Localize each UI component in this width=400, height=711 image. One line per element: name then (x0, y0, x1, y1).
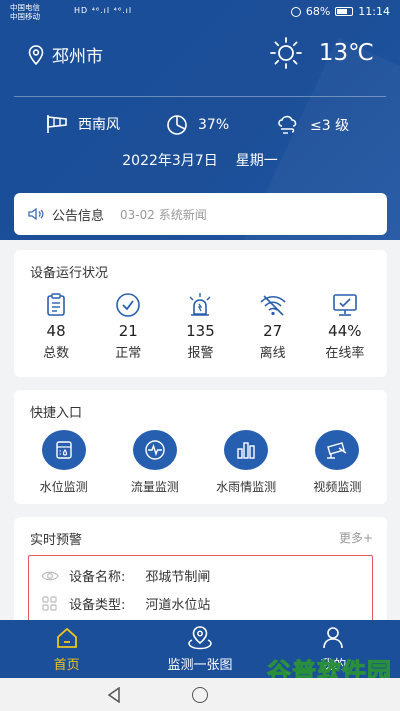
device-type-value: 河道水位站 (145, 598, 211, 613)
stat-normal[interactable]: 21 正常 (98, 290, 158, 361)
clock: 11:14 (358, 5, 390, 18)
device-name-value: 邳城节制闸 (145, 570, 211, 585)
bottom-tab-bar: 首页 监测一张图 我的 (0, 620, 400, 678)
home-nav-icon[interactable] (192, 687, 208, 703)
date-text: 2022年3月7日 (122, 153, 218, 169)
check-circle-icon (116, 293, 141, 317)
humidity-value: 37% (198, 117, 230, 133)
temperature: 13℃ (318, 40, 374, 66)
stat-online-rate-value: 44% (328, 322, 362, 340)
grid-icon (42, 595, 57, 611)
quick-water-level-label: 水位监测 (39, 480, 88, 494)
stat-online-rate[interactable]: 44% 在线率 (315, 290, 375, 361)
wifi-off-icon (260, 295, 286, 316)
user-icon (323, 627, 344, 649)
back-icon[interactable] (107, 687, 121, 703)
location[interactable]: 邳州市 (28, 42, 103, 67)
stat-alarm-value: 135 (186, 322, 215, 340)
home-icon (56, 627, 77, 648)
status-bar: 中国电信 中国移动 HD ⁴⁶.ıl ⁴⁶.ıl 68% 11:14 (0, 0, 400, 24)
quick-flow-label: 流量监测 (130, 480, 179, 494)
map-pin-icon (188, 626, 212, 650)
stat-total-label: 总数 (43, 346, 70, 361)
sun-icon (269, 37, 302, 69)
cloud-wind-icon (278, 115, 297, 134)
notice-bar[interactable]: 公告信息 03-02 系统新闻 (14, 193, 387, 235)
notice-message[interactable]: 03-02 系统新闻 (120, 206, 207, 223)
device-name-label: 设备名称: (69, 570, 126, 585)
quick-flow[interactable]: 流量监测 (112, 430, 198, 495)
pie-chart-icon (167, 115, 187, 135)
weekday-text: 星期一 (235, 153, 278, 169)
tab-home-label: 首页 (53, 658, 80, 673)
quick-entry-card: 快捷入口 水位监测 流量监测 水雨情监测 视频监测 (14, 390, 387, 504)
device-stats: 48 总数 21 正常 135 报警 27 离线 44% 在线率 (14, 290, 387, 361)
alarm-light-icon (189, 293, 211, 316)
wind-direction-value: 西南风 (78, 117, 120, 133)
quick-rain[interactable]: 水雨情监测 (203, 430, 289, 495)
camera-icon (315, 430, 360, 470)
current-date: 2022年3月7日 星期一 (0, 150, 400, 170)
stat-total[interactable]: 48 总数 (26, 290, 86, 361)
header-divider (14, 96, 386, 97)
windsock-icon (47, 115, 67, 133)
stat-normal-label: 正常 (115, 346, 142, 361)
device-status-card: 设备运行状况 48 总数 21 正常 135 报警 27 离线 44% 在线率 (14, 250, 387, 377)
flow-icon (132, 430, 177, 470)
notice-title: 公告信息 (52, 208, 105, 224)
tab-monitor-map-label: 监测一张图 (167, 658, 233, 673)
wind-direction: 西南风 (46, 114, 120, 134)
stat-alarm-label: 报警 (187, 346, 214, 361)
speaker-icon (28, 207, 44, 221)
stat-offline-value: 27 (263, 322, 283, 340)
stat-offline[interactable]: 27 离线 (243, 290, 303, 361)
carrier-2: 中国移动 (10, 12, 40, 21)
humidity: 37% (166, 114, 229, 136)
stat-normal-value: 21 (118, 322, 138, 340)
battery-icon (335, 7, 354, 16)
location-name: 邳州市 (52, 47, 103, 67)
alert-device-name-row: 设备名称: 邳城节制闸 (41, 566, 210, 585)
wind-level: ≤3 级 (276, 114, 349, 136)
carrier-1: 中国电信 (10, 3, 40, 12)
alert-title: 实时预警 (30, 533, 83, 548)
wind-level-value: ≤3 级 (310, 118, 350, 134)
device-type-label: 设备类型: (69, 598, 126, 613)
alarm-icon (290, 6, 301, 17)
clipboard-icon (47, 293, 65, 316)
tab-mine[interactable]: 我的 (267, 620, 400, 678)
monitor-icon (333, 294, 357, 316)
carrier-info: 中国电信 中国移动 (10, 3, 40, 21)
battery-percent: 68% (305, 5, 331, 18)
alert-device-type-row: 设备类型: 河道水位站 (41, 594, 210, 613)
tab-home[interactable]: 首页 (0, 620, 133, 678)
system-nav-bar (0, 678, 400, 711)
quick-rain-label: 水雨情监测 (216, 480, 277, 494)
weather: 13℃ (269, 36, 374, 70)
tab-mine-label: 我的 (320, 658, 347, 673)
water-level-icon (41, 430, 86, 470)
stat-offline-label: 离线 (259, 346, 286, 361)
quick-video[interactable]: 视频监测 (294, 430, 380, 495)
bar-chart-icon (224, 430, 269, 470)
tab-monitor-map[interactable]: 监测一张图 (133, 620, 266, 678)
realtime-alert-card: 实时预警 更多+ 设备名称: 邳城节制闸 设备类型: 河道水位站 (14, 517, 387, 635)
quick-entry-title: 快捷入口 (30, 406, 83, 421)
signal-indicator: HD ⁴⁶.ıl ⁴⁶.ıl (74, 6, 133, 15)
stat-online-rate-label: 在线率 (325, 346, 365, 361)
stat-total-value: 48 (46, 322, 66, 340)
status-right: 68% 11:14 (290, 5, 390, 18)
quick-water-level[interactable]: 水位监测 (21, 430, 107, 495)
quick-entry-list: 水位监测 流量监测 水雨情监测 视频监测 (14, 430, 387, 495)
eye-icon (41, 571, 59, 580)
more-link[interactable]: 更多+ (339, 529, 373, 546)
stat-alarm[interactable]: 135 报警 (170, 290, 230, 361)
device-status-title: 设备运行状况 (30, 266, 109, 281)
location-pin-icon (28, 44, 44, 65)
quick-video-label: 视频监测 (313, 480, 362, 494)
